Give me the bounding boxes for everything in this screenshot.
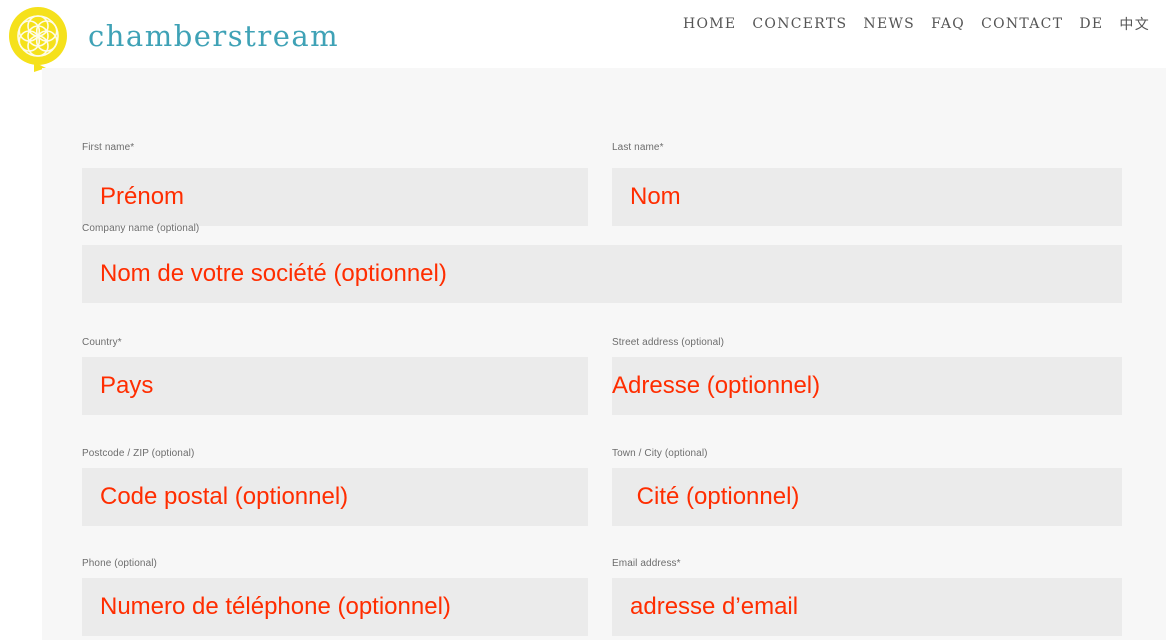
company-field[interactable] bbox=[82, 245, 1122, 303]
flower-of-life-icon[interactable] bbox=[4, 6, 74, 76]
nav-home[interactable]: HOME bbox=[683, 16, 736, 32]
last-name-field[interactable] bbox=[612, 168, 1122, 226]
company-group: Company name (optional) bbox=[82, 223, 1122, 303]
site-logo-text[interactable]: chamberstream bbox=[88, 22, 339, 51]
main-nav: HOME CONCERTS NEWS FAQ CONTACT DE 中文 bbox=[683, 14, 1150, 34]
street-group: Street address (optional) bbox=[612, 337, 1122, 417]
country-field[interactable] bbox=[82, 357, 588, 415]
nav-contact[interactable]: CONTACT bbox=[981, 16, 1063, 32]
nav-lang-zh[interactable]: 中文 bbox=[1119, 14, 1150, 34]
company-label: Company name (optional) bbox=[82, 223, 200, 234]
site-header: chamberstream HOME CONCERTS NEWS FAQ CON… bbox=[0, 0, 1166, 72]
nav-concerts[interactable]: CONCERTS bbox=[752, 16, 847, 32]
street-label: Street address (optional) bbox=[612, 337, 725, 348]
email-group: Email address* bbox=[612, 558, 1122, 638]
first-name-group: First name* bbox=[82, 142, 588, 227]
postcode-group: Postcode / ZIP (optional) bbox=[82, 448, 588, 528]
country-group: Country* bbox=[82, 337, 588, 417]
last-name-label: Last name* bbox=[612, 142, 664, 153]
nav-faq[interactable]: FAQ bbox=[931, 16, 965, 32]
street-field[interactable] bbox=[612, 357, 1122, 415]
billing-form-panel: First name* Last name* Company name (opt… bbox=[42, 68, 1166, 640]
email-label: Email address* bbox=[612, 558, 681, 569]
phone-label: Phone (optional) bbox=[82, 558, 157, 569]
postcode-field[interactable] bbox=[82, 468, 588, 526]
email-field[interactable] bbox=[612, 578, 1122, 636]
first-name-label: First name* bbox=[82, 142, 135, 153]
first-name-field[interactable] bbox=[82, 168, 588, 226]
phone-group: Phone (optional) bbox=[82, 558, 588, 638]
phone-field[interactable] bbox=[82, 578, 588, 636]
town-label: Town / City (optional) bbox=[612, 448, 708, 459]
nav-lang-de[interactable]: DE bbox=[1079, 16, 1103, 32]
nav-news[interactable]: NEWS bbox=[863, 16, 915, 32]
postcode-label: Postcode / ZIP (optional) bbox=[82, 448, 195, 459]
town-group: Town / City (optional) bbox=[612, 448, 1122, 528]
country-label: Country* bbox=[82, 337, 122, 348]
town-field[interactable] bbox=[612, 468, 1122, 526]
last-name-group: Last name* bbox=[612, 142, 1122, 227]
